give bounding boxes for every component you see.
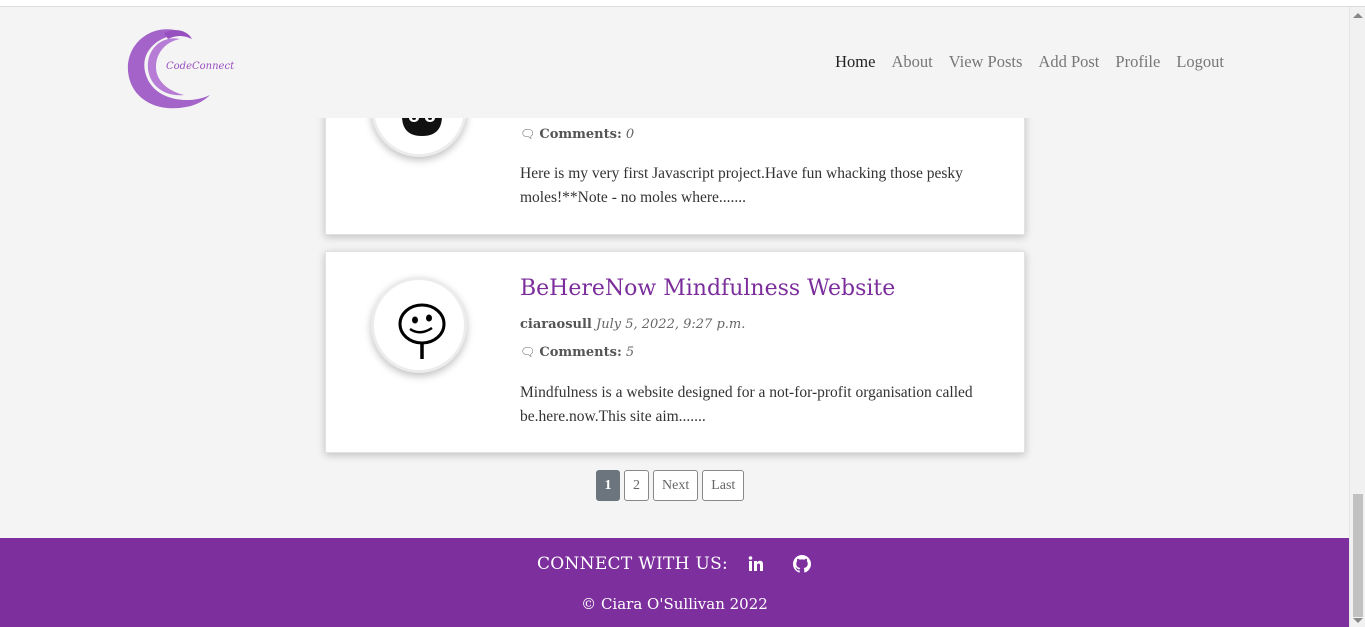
post-author: ciaraosull <box>520 317 592 332</box>
pagination: 1 2 Next Last <box>596 470 745 501</box>
last-page-button[interactable]: Last <box>702 470 745 501</box>
next-page-button[interactable]: Next <box>653 470 699 501</box>
post-card: BeHereNow Mindfulness Website ciaraosull… <box>325 251 1025 453</box>
scroll-thumb[interactable] <box>1353 494 1363 617</box>
nav-profile[interactable]: Profile <box>1115 52 1160 72</box>
comment-icon: 🗨 <box>520 345 536 359</box>
browser-top-edge <box>0 0 1365 7</box>
page-2-button[interactable]: 2 <box>624 470 649 501</box>
connect-label: CONNECT WITH US: <box>536 554 729 574</box>
comment-icon: 🗨 <box>520 127 536 141</box>
nav-about[interactable]: About <box>891 52 932 72</box>
github-icon[interactable] <box>792 554 812 574</box>
linkedin-icon[interactable] <box>746 554 766 574</box>
post-meta: ciaraosull July 5, 2022, 9:27 p.m. <box>520 317 745 332</box>
copyright: © Ciara O'Sullivan 2022 <box>581 595 768 613</box>
post-avatar[interactable] <box>371 277 467 373</box>
post-excerpt: Mindfulness is a website designed for a … <box>520 384 973 425</box>
comments-count: 🗨 Comments: 0 <box>520 127 635 142</box>
page-1-button[interactable]: 1 <box>596 470 620 501</box>
comments-count: 🗨 Comments: 5 <box>520 345 635 360</box>
scroll-up-arrow-icon[interactable] <box>1353 13 1363 18</box>
nav-add-post[interactable]: Add Post <box>1038 52 1099 72</box>
nav-links: Home About View Posts Add Post Profile L… <box>835 52 1224 72</box>
post-excerpt: Here is my very first Javascript project… <box>520 165 963 206</box>
post-title[interactable]: BeHereNow Mindfulness Website <box>520 276 895 301</box>
nav-view-posts[interactable]: View Posts <box>949 52 1023 72</box>
post-date: July 5, 2022, 9:27 p.m. <box>596 317 746 332</box>
logo[interactable]: CodeConnect <box>124 25 235 113</box>
logo-text: CodeConnect <box>166 61 235 72</box>
connect-row: CONNECT WITH US: <box>0 554 1349 574</box>
nav-logout[interactable]: Logout <box>1176 52 1224 72</box>
scrollbar[interactable] <box>1349 7 1365 627</box>
footer: CONNECT WITH US: © Ciara O'Sullivan 2022 <box>0 538 1349 627</box>
nav-home[interactable]: Home <box>835 52 875 72</box>
navbar: CodeConnect Home About View Posts Add Po… <box>0 7 1349 118</box>
scroll-down-arrow-icon[interactable] <box>1353 618 1363 623</box>
smiley-face-icon <box>398 303 446 359</box>
